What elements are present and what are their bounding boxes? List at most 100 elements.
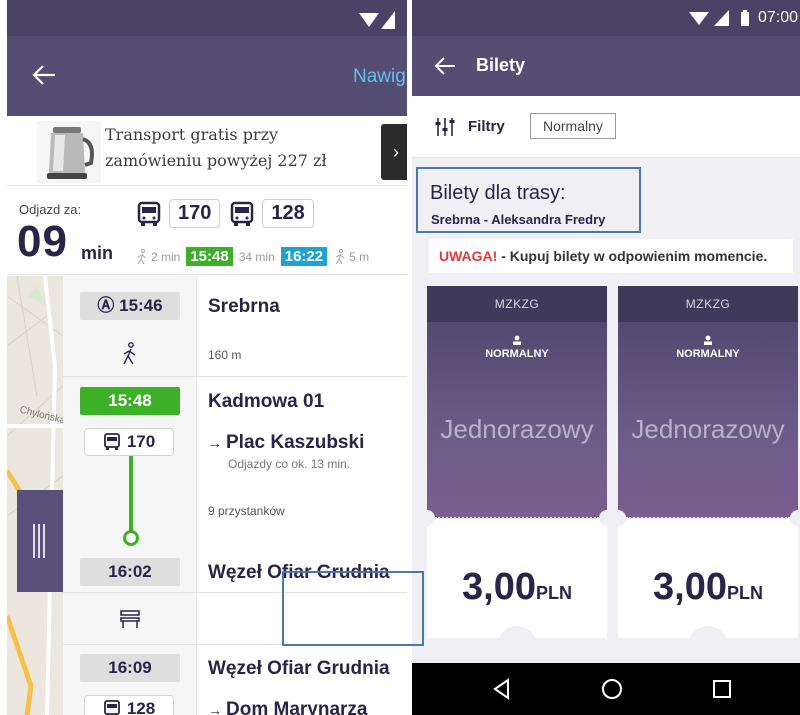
filters-bar: Filtry Normalny (412, 96, 800, 158)
departure-times: 2 min 15:48 34 min 16:22 5 m (135, 247, 369, 266)
departure-minutes: 09 (17, 217, 68, 266)
filter-chip-normalny[interactable]: Normalny (530, 113, 616, 139)
transfer-time: 16:09 (80, 654, 180, 682)
price-amount: 3,00 (462, 566, 536, 608)
filters-label[interactable]: Filtry (468, 118, 505, 135)
direction-name: Plac Kaszubski (226, 432, 365, 453)
start-stop-name[interactable]: Srebrna (208, 296, 280, 318)
ad-text: Transport gratis przy zamówieniu powyżej… (105, 125, 327, 170)
status-time: 07:00 (757, 9, 798, 26)
ticket-type: NORMALNY (485, 348, 549, 360)
walk-icon (123, 342, 136, 365)
frequency-note: Odjazdy co ok. 13 min. (228, 457, 351, 471)
walk-distance: 160 m (208, 348, 242, 362)
navigate-button[interactable]: Nawig (353, 66, 406, 88)
warning-prefix: UWAGA! (439, 248, 498, 264)
arrive-time: 16:02 (80, 558, 180, 586)
person-icon (513, 335, 521, 345)
walk-time: 34 min (238, 249, 275, 264)
route-details-screen: Nawig Transport gratis przy zamówieniu p… (7, 0, 407, 715)
back-triangle-icon[interactable] (490, 677, 514, 701)
bus-icon (137, 201, 161, 226)
route-timeline: Ⓐ 15:46 Srebrna 160 m 15:48 Kadmowa 01 1… (63, 276, 407, 715)
status-icons: 07:00 (688, 9, 800, 27)
line-chip: 170 (135, 199, 221, 228)
ticket-card[interactable]: MZKZG NORMALNY Jednorazowy 3,00PLN (419, 286, 615, 650)
ad-banner[interactable]: Transport gratis przy zamówieniu powyżej… (7, 116, 407, 186)
person-icon (704, 335, 712, 345)
map-drag-handle[interactable] (17, 490, 63, 592)
ticket-perforation (626, 517, 790, 519)
line-number: 170 (169, 199, 221, 228)
ticket-name: Jednorazowy (440, 414, 594, 444)
ticket-notch (790, 510, 800, 526)
ticket-operator: MZKZG (427, 286, 607, 322)
back-arrow-icon[interactable] (31, 64, 57, 86)
ticket-bottom: 3,00PLN (427, 518, 607, 638)
walk-time: 5 m (349, 249, 370, 264)
departure-time-blue[interactable]: 16:22 (280, 247, 328, 266)
line-number: 128 (262, 199, 314, 228)
ticket-notch (610, 510, 626, 526)
walk-icon (335, 248, 345, 264)
walk-icon (137, 248, 147, 264)
board-time: 15:48 (80, 387, 180, 415)
screen: Nawig Transport gratis przy zamówieniu p… (0, 0, 800, 715)
ticket-bottom: 3,00PLN (618, 518, 798, 638)
filter-sliders-icon[interactable] (434, 116, 456, 138)
divider (63, 376, 407, 377)
app-bar: Bilety (412, 36, 800, 96)
arrive-stop-name[interactable]: Węzeł Ofiar Grudnia (208, 562, 390, 584)
ticket-notch (419, 510, 435, 526)
bus-icon (103, 433, 120, 450)
direction-name: Dom Marynarza (226, 699, 368, 715)
divider (63, 644, 407, 645)
ticket-price: 3,00PLN (427, 566, 607, 609)
drag-handle-icon (33, 524, 45, 558)
departure-unit: min (81, 243, 114, 263)
ticket-card[interactable]: MZKZG NORMALNY Jednorazowy 3,00PLN (610, 286, 800, 650)
home-circle-icon[interactable] (600, 677, 624, 701)
line-badge-170[interactable]: 170 (84, 428, 174, 456)
signal-icon (713, 10, 729, 26)
system-navigation-bar (412, 663, 800, 715)
wifi-signal-icon (359, 11, 395, 29)
page-title: Bilety (476, 55, 526, 75)
tickets-screen: 07:00 Bilety Filtry Normalny Bilety dla … (412, 0, 800, 715)
departure-label: Odjazd za: (19, 202, 82, 217)
wifi-icon (688, 12, 709, 25)
walk-time: 2 min (151, 249, 181, 264)
ticket-price: 3,00PLN (618, 566, 798, 609)
price-amount: 3,00 (653, 566, 727, 608)
bus-icon (103, 700, 120, 715)
departure-summary: Odjazd za: 09 min 170 128 2 min 15:48 34… (7, 187, 407, 275)
start-time: Ⓐ 15:46 (80, 292, 180, 320)
status-bar: 07:00 (412, 0, 800, 36)
route-end-dot (123, 530, 139, 546)
ticket-perforation (435, 517, 599, 519)
departure-time-green[interactable]: 15:48 (186, 247, 233, 266)
kettle-image (37, 121, 101, 183)
recents-square-icon[interactable] (710, 677, 734, 701)
line-badge-128[interactable]: 128 (84, 695, 174, 715)
status-bar (7, 0, 407, 36)
warning-banner: UWAGA! - Kupuj bilety w odpowienim momen… (429, 239, 793, 273)
back-arrow-icon[interactable] (434, 57, 456, 75)
warning-text: - Kupuj bilety w odpowienim momencie. (497, 248, 768, 264)
ad-open-button[interactable]: › (381, 124, 407, 180)
line-number: 170 (126, 432, 156, 451)
board-stop-name[interactable]: Kadmowa 01 (208, 391, 324, 413)
direction-1: → Plac Kaszubski (208, 432, 365, 453)
line-number: 128 (126, 699, 156, 715)
route-title: Bilety dla trasy: (430, 182, 566, 204)
line-list: 170 128 (135, 199, 322, 228)
bench-icon (120, 610, 140, 628)
line-chip: 128 (228, 199, 314, 228)
transfer-stop-name[interactable]: Węzeł Ofiar Grudnia (208, 658, 390, 680)
direction-2: → Dom Marynarza (208, 699, 368, 715)
price-currency: PLN (726, 583, 763, 603)
bus-icon (231, 201, 254, 226)
route-subtitle: Srebrna - Aleksandra Fredry (431, 212, 606, 227)
stops-count[interactable]: 9 przystanków (208, 504, 285, 518)
price-currency: PLN (535, 583, 572, 603)
